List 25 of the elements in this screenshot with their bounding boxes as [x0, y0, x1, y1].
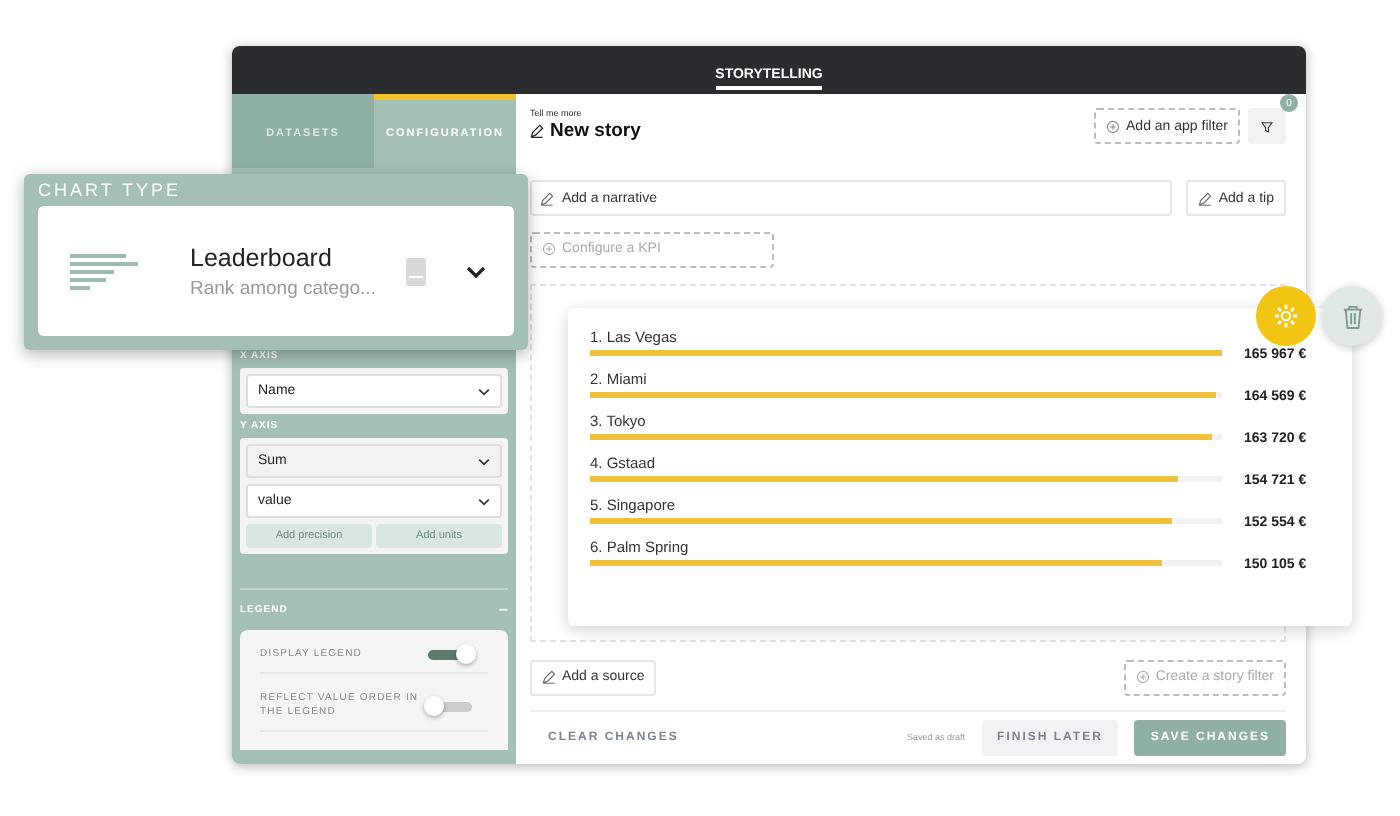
- pencil-icon: [540, 191, 554, 206]
- panel-title: CHART TYPE: [38, 180, 184, 200]
- toggle-switch[interactable]: [428, 701, 472, 711]
- delete-button[interactable]: [1322, 286, 1382, 346]
- filter-icon: [1260, 119, 1274, 133]
- chevron-icon: [478, 497, 490, 505]
- chart-type-name: Leaderboard: [190, 243, 334, 271]
- chart-type-description: Rank among catego...: [190, 277, 378, 299]
- collapse-button[interactable]: –: [499, 600, 508, 618]
- story-title[interactable]: New story: [550, 120, 641, 142]
- chevron-icon: [478, 387, 490, 395]
- chart-type-select[interactable]: Leaderboard Rank among catego...: [38, 206, 514, 336]
- pencil-icon: [542, 670, 556, 685]
- pencil-icon: [530, 124, 544, 138]
- settings-icon: [1272, 302, 1300, 330]
- plus-circle-icon: [542, 242, 556, 257]
- chevron-icon: [478, 457, 490, 465]
- pencil-icon: [1198, 191, 1213, 206]
- filter-button[interactable]: [1248, 108, 1286, 144]
- plus-circle-icon: [1106, 119, 1121, 133]
- chevron-icon: [466, 265, 486, 277]
- document-icon: [406, 257, 426, 285]
- trash-icon: [1341, 303, 1363, 329]
- toggle-switch[interactable]: [428, 650, 472, 660]
- plus-circle-icon: [1135, 670, 1150, 685]
